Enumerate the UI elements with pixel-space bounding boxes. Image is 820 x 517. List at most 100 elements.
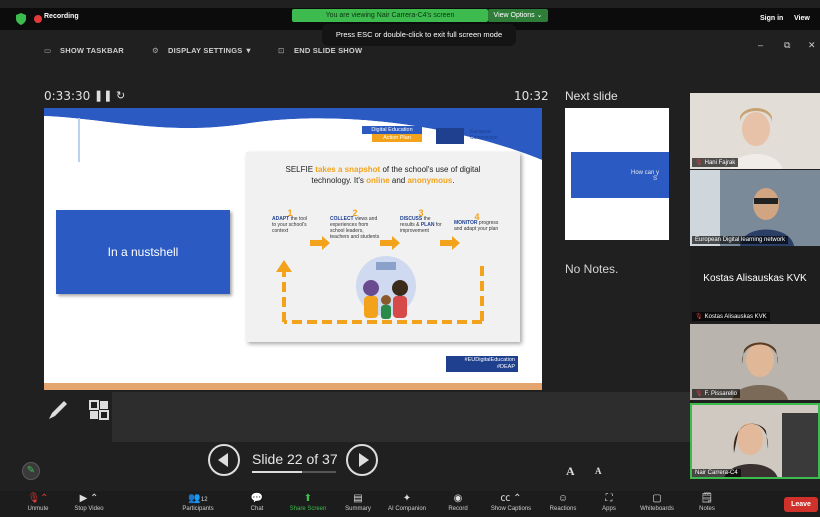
- whiteboards-button[interactable]: ▢ Whiteboards: [634, 491, 680, 517]
- whiteboard-icon: ▢: [652, 493, 662, 504]
- preview-text: How can yS: [631, 170, 659, 182]
- annotate-pencil-icon[interactable]: ✎: [22, 462, 40, 480]
- preview-text-b: S: [653, 176, 658, 182]
- record-button[interactable]: ◉ Record: [440, 491, 476, 517]
- video-tile[interactable]: Kostas Alisauskas KVK 🎙 Kostas Alisauskas…: [690, 247, 820, 323]
- reactions-icon: ☺: [557, 493, 569, 504]
- leave-button[interactable]: Leave: [784, 497, 818, 512]
- video-tile[interactable]: 🎙 Hani Fajrak: [690, 93, 820, 169]
- mic-muted-icon: 🎙: [695, 160, 703, 166]
- reactions-button[interactable]: ☺ Reactions: [544, 491, 582, 517]
- current-slide: Digital Education Action Plan European Co…: [44, 108, 542, 390]
- minimize-button[interactable]: –: [758, 40, 763, 50]
- view-options-button[interactable]: View Options ⌄: [488, 9, 548, 22]
- notes-band: [112, 392, 690, 442]
- record-label: Record: [448, 506, 468, 512]
- decrease-font-button[interactable]: A: [595, 466, 602, 476]
- panel-text-pre: SELFIE: [285, 165, 316, 174]
- apps-button[interactable]: ⛶ Apps: [594, 491, 624, 517]
- sign-in-link[interactable]: Sign in: [760, 15, 783, 22]
- show-captions-label: Show Captions: [490, 506, 532, 512]
- slide-progress-fill: [252, 471, 302, 473]
- view-menu-button[interactable]: View: [794, 15, 810, 22]
- pause-timer-button[interactable]: ❚❚: [94, 89, 112, 102]
- recording-label: Recording: [44, 13, 79, 20]
- ai-companion-label: AI Companion: [387, 506, 427, 512]
- video-tile-active-speaker[interactable]: Nair Carrera-C4: [690, 403, 820, 479]
- display-settings-button[interactable]: ⚙ DISPLAY SETTINGS ▼: [152, 46, 252, 60]
- slide-counter: Slide 22 of 37: [252, 451, 338, 467]
- restore-button[interactable]: ⧉: [784, 40, 790, 51]
- video-tile[interactable]: 🎙 F. Pissarello: [690, 324, 820, 400]
- notes-icon: 🗒: [700, 493, 714, 504]
- mic-muted-icon: 🎙: [695, 391, 703, 397]
- chat-button[interactable]: 💬 Chat: [242, 491, 272, 517]
- show-taskbar-label: SHOW TASKBAR: [60, 46, 124, 55]
- share-screen-icon: ⬆: [303, 493, 313, 504]
- chat-label: Chat: [250, 506, 264, 512]
- next-slide-label: Next slide: [565, 89, 618, 103]
- close-button[interactable]: ✕: [808, 40, 816, 51]
- nutshell-box: In a nustshell: [56, 210, 230, 294]
- previous-slide-button[interactable]: [208, 444, 240, 476]
- show-taskbar-button[interactable]: ▭ SHOW TASKBAR: [44, 46, 124, 60]
- mic-muted-icon: 🎙: [695, 314, 703, 320]
- zoom-presenter-window: Recording You are viewing Nair Carrera-C…: [0, 0, 820, 517]
- display-settings-icon: ⚙: [152, 46, 159, 55]
- participant-name: F. Pissarello: [704, 391, 737, 397]
- participant-name-label: 🎙 Kostas Alisauskas KVK: [692, 312, 770, 321]
- sparkle-icon: ✦: [402, 493, 412, 504]
- mic-muted-icon: 🎙⌃: [27, 493, 49, 504]
- notes-area: No Notes.: [565, 262, 619, 276]
- slide-sorter-icon[interactable]: [88, 398, 112, 422]
- hashtag-2: #DEAP: [496, 364, 515, 370]
- notes-button[interactable]: 🗒 Notes: [692, 491, 722, 517]
- show-captions-button[interactable]: ㏄ ⌃ Show Captions: [484, 491, 538, 517]
- unmute-button[interactable]: 🎙⌃ Unmute: [18, 491, 58, 517]
- captions-icon: ㏄ ⌃: [500, 493, 522, 504]
- end-slide-show-button[interactable]: ⊡ END SLIDE SHOW: [278, 46, 362, 60]
- slide-bottom-strip: [44, 383, 542, 390]
- meeting-toolbar: 🎙⌃ Unmute ▶ ⌃ Stop Video 👥12 Participants 💬…: [0, 491, 820, 517]
- participants-icon: 👥12: [188, 493, 208, 504]
- recording-indicator-icon: [34, 15, 42, 23]
- stop-video-button[interactable]: ▶ ⌃ Stop Video: [64, 491, 114, 517]
- selfie-panel: SELFIE takes a snapshot of the school's …: [246, 152, 520, 342]
- selfie-cycle-diagram: [276, 236, 484, 324]
- participant-name-label: Nair Carrera-C4: [692, 469, 741, 477]
- unmute-label: Unmute: [27, 506, 49, 512]
- selfie-description: SELFIE takes a snapshot of the school's …: [272, 164, 494, 186]
- apps-label: Apps: [602, 506, 616, 512]
- share-screen-label: Share Screen: [289, 506, 327, 512]
- badge-line-1: Digital Education: [362, 126, 422, 134]
- panel-highlight-online: online: [366, 176, 390, 185]
- clock: 10:32: [514, 89, 549, 103]
- increase-font-button[interactable]: A: [566, 464, 575, 479]
- participant-name-label: European Digital learning network: [692, 236, 789, 244]
- end-slide-show-label: END SLIDE SHOW: [294, 46, 363, 55]
- slide-progress-bar: [252, 471, 336, 473]
- video-tile[interactable]: European Digital learning network: [690, 170, 820, 246]
- summary-button[interactable]: ▤ Summary: [338, 491, 378, 517]
- next-slide-button[interactable]: [346, 444, 378, 476]
- reset-timer-button[interactable]: ↻: [116, 89, 125, 102]
- badge-line-2: Action Plan: [372, 134, 422, 142]
- participant-name-display: Kostas Alisauskas KVK: [703, 273, 807, 284]
- ec-line-2: Commission: [470, 135, 498, 141]
- apps-icon: ⛶: [605, 493, 613, 504]
- next-slide-preview[interactable]: How can yS: [565, 108, 669, 240]
- ai-companion-button[interactable]: ✦ AI Companion: [382, 491, 432, 517]
- viewing-screen-banner: You are viewing Nair Carrera-C4's screen: [292, 9, 488, 22]
- share-screen-button[interactable]: ⬆ Share Screen: [284, 491, 332, 517]
- chevron-right-icon: [359, 453, 369, 467]
- european-commission-logo: European Commission: [436, 126, 508, 146]
- participants-button[interactable]: 👥12 Participants: [174, 491, 222, 517]
- pen-tool-icon[interactable]: [46, 398, 70, 422]
- chat-icon: 💬: [250, 493, 264, 504]
- hashtag-label: #EUDigitalEducation #DEAP: [446, 356, 518, 372]
- chevron-left-icon: [218, 453, 228, 467]
- video-camera-icon: ▶ ⌃: [79, 493, 99, 504]
- participant-name-label: 🎙 Hani Fajrak: [692, 158, 739, 167]
- stop-video-label: Stop Video: [74, 506, 104, 512]
- participant-video: [690, 403, 820, 479]
